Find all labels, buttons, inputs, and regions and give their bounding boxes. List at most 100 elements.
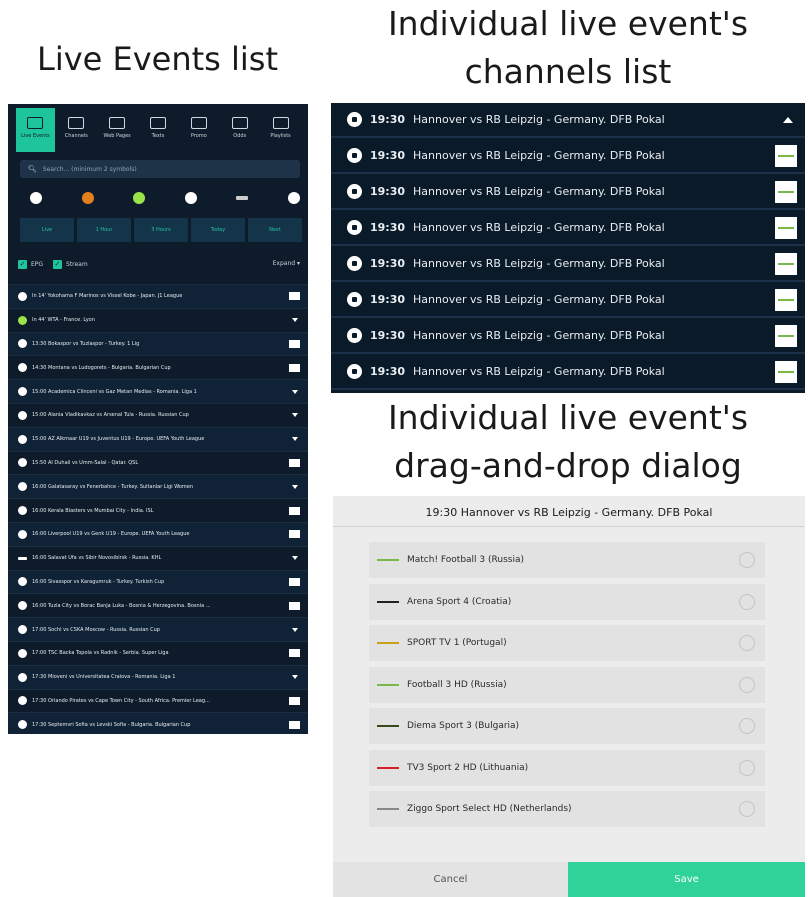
epg-label: EPG (31, 261, 44, 268)
channel-logo-icon (289, 720, 300, 729)
channel-radio[interactable] (739, 759, 755, 776)
filter-today-button[interactable]: Today (191, 218, 245, 242)
filter-next-button[interactable]: Next (248, 218, 302, 242)
event-time: 19:30 (370, 221, 406, 234)
event-row[interactable]: 14:30 Montana vs Ludogorets - Bulgaria. … (8, 355, 308, 379)
event-row-label: 16:00 Galatasaray vs Fenerbahce - Turkey… (32, 483, 194, 490)
event-row-label: 17:30 Mioveni vs Universitatea Craiova -… (32, 674, 176, 681)
event-row[interactable]: 17:00 TSC Backa Topola vs Radnik - Serbi… (8, 640, 308, 665)
event-time: 19:30 (370, 365, 406, 378)
event-row[interactable]: 15:00 AZ Alkmaar U19 vs Juventus U19 - E… (8, 426, 308, 451)
channel-radio[interactable] (739, 593, 755, 610)
channel-row[interactable]: 19:30 Hannover vs RB Leipzig - Germany. D… (331, 355, 805, 390)
channel-logo-icon (289, 530, 300, 539)
dialog-channel-row[interactable]: SPORT TV 1 (Portugal) (369, 625, 765, 661)
channel-logo-icon (775, 360, 797, 383)
tab-playlists[interactable]: Playlists (261, 108, 300, 152)
event-time: 19:30 (370, 149, 406, 162)
event-row[interactable]: 17:30 Mioveni vs Universitatea Craiova -… (8, 664, 308, 689)
tab-channels[interactable]: Channels (57, 108, 96, 152)
channel-row[interactable]: 19:30 Hannover vs RB Leipzig - Germany. D… (331, 283, 805, 318)
event-row[interactable]: 15:00 Alania Vladikavkaz vs Arsenal Tula… (8, 402, 308, 427)
channel-radio[interactable] (739, 635, 755, 651)
volleyball-icon[interactable] (184, 192, 197, 204)
dialog-channel-row[interactable]: Diema Sport 3 (Bulgaria) (369, 708, 765, 744)
event-row[interactable]: 16:00 Salavat Ufa vs Sibir Novosibirsk -… (8, 545, 308, 570)
event-title: Hannover vs RB Leipzig - Germany. DFB Po… (413, 185, 665, 198)
webpage-icon (109, 117, 126, 129)
channel-label: SPORT TV 1 (Portugal) (407, 638, 507, 648)
chevron-down-icon[interactable] (292, 675, 298, 680)
channel-radio[interactable] (739, 676, 755, 693)
event-row[interactable]: In 44' WTA - France. Lyon (8, 307, 308, 332)
filter-live-button[interactable]: Live (20, 218, 74, 242)
chevron-down-icon[interactable] (292, 484, 298, 489)
football-icon[interactable] (30, 192, 42, 204)
football-icon (18, 696, 27, 706)
event-row[interactable]: 16:00 Kerala Blasters vs Mumbai City - I… (8, 498, 308, 522)
channel-row[interactable]: 19:30 Hannover vs RB Leipzig - Germany. D… (331, 139, 805, 174)
channel-row[interactable]: 19:30 Hannover vs RB Leipzig - Germany. D… (331, 319, 805, 354)
channel-label: Arena Sport 4 (Croatia) (407, 596, 512, 607)
chevron-down-icon[interactable] (292, 318, 298, 323)
dialog-channel-row[interactable]: Arena Sport 4 (Croatia) (369, 583, 765, 620)
other-sport-icon[interactable] (287, 192, 300, 204)
event-time: 19:30 (370, 185, 406, 198)
event-row[interactable]: 17:30 Orlando Pirates vs Cape Town City … (8, 688, 308, 713)
event-row[interactable]: 13:30 Bokaspor vs Tuzlaspor - Turkey. 1 … (8, 331, 308, 356)
channel-logo-icon (775, 180, 797, 203)
chevron-down-icon[interactable] (292, 413, 298, 418)
channel-row[interactable]: 19:30 Hannover vs RB Leipzig - Germany. D… (331, 247, 805, 282)
event-row[interactable]: 16:00 Galatasaray vs Fenerbahce - Turkey… (8, 474, 308, 499)
tab-odds[interactable]: Odds (220, 108, 259, 152)
event-header-row[interactable]: 19:30 Hannover vs RB Leipzig - Germany. … (331, 103, 805, 138)
dialog-channel-row[interactable]: Match! Football 3 (Russia) (369, 542, 765, 578)
event-title: Hannover vs RB Leipzig - Germany. DFB Po… (413, 365, 665, 378)
tennis-icon[interactable] (133, 192, 146, 204)
heading-channels-list-line2: channels list (464, 52, 672, 91)
chevron-up-icon[interactable] (783, 116, 793, 123)
event-row[interactable]: 15:00 Academica Clinceni vs Gaz Metan Me… (8, 379, 308, 403)
dialog-channel-row[interactable]: TV3 Sport 2 HD (Lithuania) (369, 749, 765, 786)
filter-1-hour-button[interactable]: 1 Hour (77, 218, 131, 242)
event-row[interactable]: 16:00 Sivasspor vs Karagumruk - Turkey. … (8, 569, 308, 594)
tab-texts[interactable]: Texts (139, 108, 178, 152)
football-icon (347, 112, 362, 127)
search-input[interactable]: 🔍︎ Search... (minimum 2 symbols) (20, 160, 300, 178)
event-row[interactable]: 16:00 Tuzla City vs Borac Banja Luka - B… (8, 593, 308, 617)
channel-radio[interactable] (739, 801, 755, 817)
epg-checkbox[interactable]: ✓ (18, 260, 27, 269)
channel-row[interactable]: 19:30 Hannover vs RB Leipzig - Germany. D… (331, 211, 805, 246)
hockey-icon[interactable] (236, 196, 249, 200)
channel-radio[interactable] (739, 552, 755, 568)
channel-row[interactable]: 19:30 Hannover vs RB Leipzig - Germany. D… (331, 175, 805, 210)
event-row[interactable]: 16:00 Liverpool U19 vs Genk U19 - Europe… (8, 521, 308, 546)
stream-checkbox[interactable]: ✓ (52, 260, 62, 269)
channel-radio[interactable] (739, 718, 755, 734)
basketball-icon[interactable] (81, 192, 94, 204)
event-row[interactable]: 17:00 Sochi vs CSKA Moscow - Russia. Rus… (8, 617, 308, 641)
tab-web-pages[interactable]: Web Pages (98, 108, 137, 152)
football-icon (18, 410, 27, 420)
chevron-down-icon[interactable] (292, 627, 298, 632)
channel-logo-icon (289, 696, 300, 705)
football-icon (18, 601, 27, 611)
save-button[interactable]: Save (568, 862, 805, 897)
dialog-channel-row[interactable]: Ziggo Sport Select HD (Netherlands) (369, 791, 765, 827)
expand-dropdown[interactable]: Expand ▾ (273, 260, 300, 267)
channel-logo-icon (289, 577, 300, 586)
event-row[interactable]: 17:30 Septemvri Sofia vs Levski Sofia - … (8, 712, 308, 734)
event-row[interactable]: In 14' Yokohama F Marinos vs Vissel Kobe… (8, 284, 308, 308)
filter-3-hours-button[interactable]: 3 Hours (134, 218, 188, 242)
dialog-channel-row[interactable]: Football 3 HD (Russia) (369, 666, 765, 703)
chevron-down-icon[interactable] (292, 437, 298, 442)
cancel-button[interactable]: Cancel (333, 862, 568, 897)
chevron-down-icon[interactable] (292, 556, 298, 561)
football-icon (18, 625, 27, 635)
tab-promo[interactable]: Promo (179, 108, 218, 152)
tab-live-events[interactable]: Live Events (16, 108, 55, 152)
football-icon (18, 482, 27, 492)
football-icon (18, 506, 27, 516)
event-row[interactable]: 15:50 Al Duhail vs Umm-Salal - Qatar. QS… (8, 450, 308, 475)
chevron-down-icon[interactable] (292, 389, 298, 394)
